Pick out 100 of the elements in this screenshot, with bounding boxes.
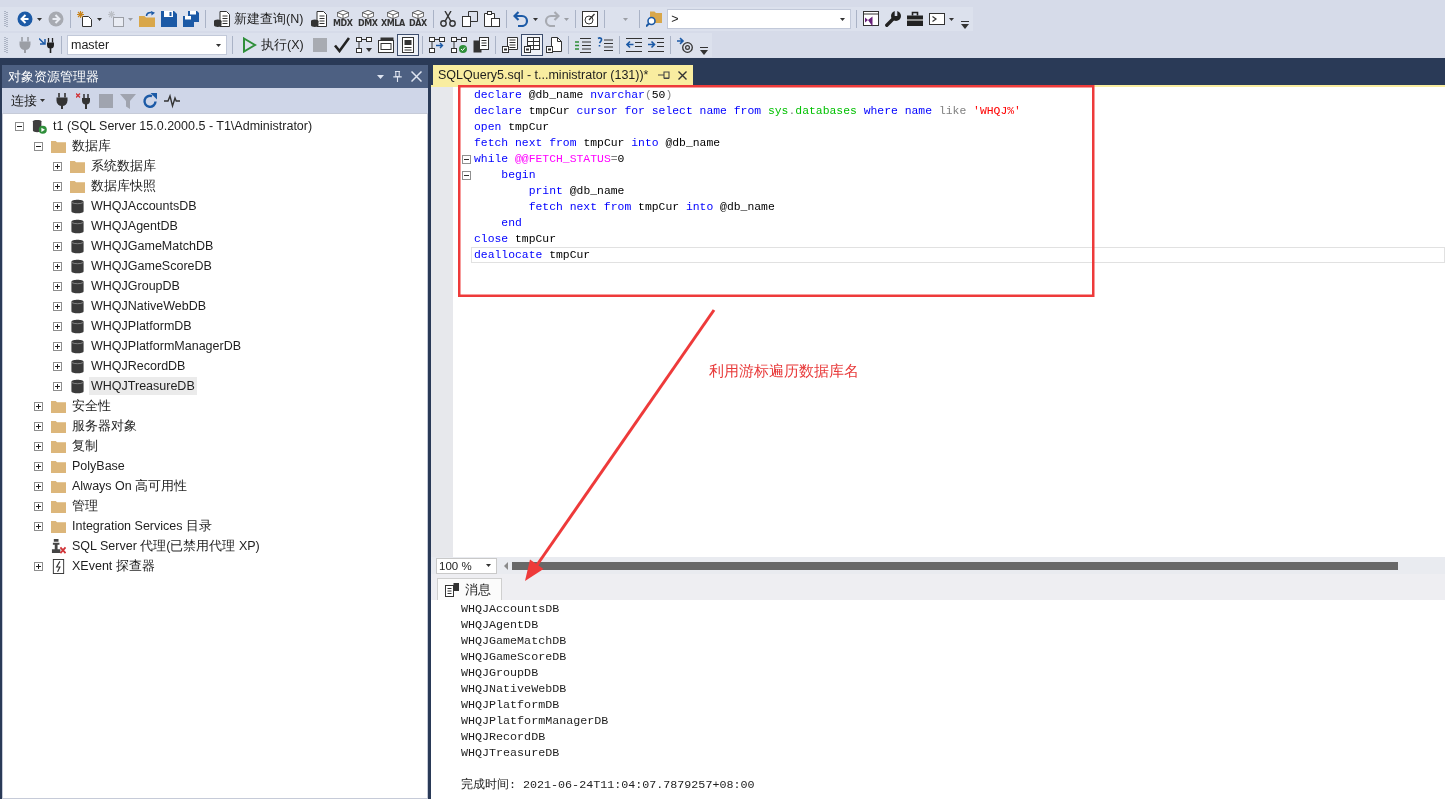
caret-icon[interactable] <box>377 74 384 79</box>
scrollbar-thumb[interactable] <box>512 561 1398 570</box>
expand-toggle[interactable] <box>34 481 43 491</box>
expand-toggle[interactable] <box>53 161 62 171</box>
expand-toggle[interactable] <box>53 181 62 191</box>
expand-toggle[interactable] <box>53 221 62 231</box>
query-type-button[interactable]: DMX <box>355 7 381 31</box>
tree-item[interactable]: WHQJAccountsDB <box>89 197 199 215</box>
plug-cross-icon[interactable] <box>76 92 92 109</box>
expand-toggle[interactable] <box>53 341 62 351</box>
close-icon[interactable] <box>678 70 688 80</box>
book-icon[interactable] <box>472 37 489 53</box>
wrench-icon[interactable] <box>885 11 902 27</box>
tree-item[interactable]: Integration Services 目录 <box>70 515 214 537</box>
gauge-icon[interactable] <box>582 11 599 27</box>
tree-item[interactable]: 服务器对象 <box>70 415 139 437</box>
open-folder-icon[interactable] <box>139 11 155 27</box>
tree-item[interactable]: SQL Server 代理(已禁用代理 XP) <box>70 535 262 557</box>
tree-item[interactable]: 管理 <box>70 495 100 517</box>
toolbox-icon[interactable] <box>907 11 924 27</box>
clipboard-icon[interactable] <box>484 11 501 27</box>
expand-toggle[interactable] <box>53 241 62 251</box>
pin-icon[interactable] <box>658 70 671 80</box>
query-type-button[interactable]: DAX <box>405 7 431 31</box>
expand-toggle[interactable] <box>34 461 43 471</box>
expand-toggle[interactable] <box>53 301 62 311</box>
database-dropdown[interactable]: master <box>67 35 227 55</box>
results-grid-icon[interactable] <box>520 34 543 56</box>
folder-search-icon[interactable] <box>646 11 663 27</box>
tree-item[interactable]: WHQJRecordDB <box>89 357 188 375</box>
document-icon[interactable] <box>396 34 419 56</box>
tree-item[interactable]: 安全性 <box>70 395 113 417</box>
database-document-icon[interactable] <box>311 11 328 27</box>
grip-icon[interactable] <box>4 11 8 27</box>
expand-toggle[interactable] <box>34 521 43 531</box>
tree-item[interactable]: 系统数据库 <box>89 155 158 177</box>
back-icon[interactable] <box>17 11 33 27</box>
caret-icon[interactable] <box>97 17 102 21</box>
outdent-icon[interactable] <box>625 37 642 53</box>
undo-icon[interactable] <box>513 11 530 27</box>
expand-toggle[interactable] <box>53 381 62 391</box>
tree-item[interactable]: 数据库快照 <box>89 175 158 197</box>
pulse-icon[interactable] <box>164 92 180 109</box>
search-combo[interactable]: > <box>667 9 852 29</box>
expand-toggle[interactable] <box>53 261 62 271</box>
arrow-at-icon[interactable] <box>676 37 693 53</box>
flowchart-arrow-icon[interactable] <box>428 37 445 53</box>
tree-item[interactable]: t1 (SQL Server 15.0.2000.5 - T1\Administrator) <box>51 117 315 135</box>
collapse-toggle[interactable] <box>15 121 24 131</box>
tree-item[interactable]: 复制 <box>70 435 100 457</box>
expand-toggle[interactable] <box>34 421 43 431</box>
indent-icon[interactable] <box>647 37 664 53</box>
connect-button[interactable]: 连接 <box>8 91 51 110</box>
tree-item[interactable]: WHQJTreasureDB <box>89 377 197 395</box>
flowchart-check-icon[interactable] <box>450 37 467 53</box>
comment-lines-icon[interactable] <box>574 37 591 53</box>
flowchart-icon[interactable] <box>355 37 372 53</box>
caret-icon[interactable] <box>533 17 539 21</box>
window-stack-icon[interactable] <box>377 37 394 53</box>
plug-arrow-icon[interactable] <box>39 37 55 53</box>
collapse-toggle[interactable] <box>34 141 43 151</box>
save-all-icon[interactable] <box>183 11 199 27</box>
results-text-icon[interactable] <box>501 37 518 53</box>
copy-icon[interactable] <box>462 11 479 27</box>
plug-icon[interactable] <box>54 92 70 109</box>
refresh-icon[interactable] <box>142 92 158 109</box>
results-file-icon[interactable] <box>545 37 562 53</box>
expand-toggle[interactable] <box>34 501 43 511</box>
caret-icon[interactable] <box>949 17 955 21</box>
terminal-icon[interactable] <box>929 11 946 27</box>
collapse-toggle[interactable] <box>462 170 471 180</box>
new-query-button[interactable]: 新建查询(N) <box>209 8 309 30</box>
tree-item[interactable]: WHQJAgentDB <box>89 217 180 235</box>
tree-item[interactable]: WHQJPlatformManagerDB <box>89 337 244 355</box>
expand-toggle[interactable] <box>53 361 62 371</box>
tree-item[interactable]: WHQJPlatformDB <box>89 317 194 335</box>
expand-toggle[interactable] <box>53 201 62 211</box>
expand-toggle[interactable] <box>53 321 62 331</box>
execute-button[interactable]: 执行(X) <box>236 34 309 56</box>
tree-item[interactable]: WHQJNativeWebDB <box>89 297 209 315</box>
expand-toggle[interactable] <box>53 281 62 291</box>
document-tab[interactable]: SQLQuery5.sql - t...ministrator (131))* <box>433 65 694 85</box>
scroll-left-icon[interactable] <box>504 561 508 570</box>
project-window-icon[interactable] <box>863 11 880 27</box>
save-icon[interactable] <box>161 11 177 27</box>
expand-toggle[interactable] <box>34 561 43 571</box>
sparkle-document-icon[interactable] <box>77 11 93 27</box>
collapse-toggle[interactable] <box>462 154 471 164</box>
results-tab[interactable]: 消息 <box>437 578 502 600</box>
query-type-button[interactable]: MDX <box>330 7 356 31</box>
tree-item[interactable]: WHQJGameMatchDB <box>89 237 216 255</box>
query-type-button[interactable]: XMLA <box>380 7 406 31</box>
grip-icon[interactable] <box>4 37 8 53</box>
caret-icon[interactable] <box>37 17 42 21</box>
expand-toggle[interactable] <box>34 441 43 451</box>
tree-item[interactable]: XEvent 探查器 <box>70 555 157 577</box>
tree-item[interactable]: PolyBase <box>70 457 127 475</box>
checkmark-icon[interactable] <box>333 37 350 53</box>
tree-item[interactable]: WHQJGameScoreDB <box>89 257 214 275</box>
expand-toggle[interactable] <box>34 401 43 411</box>
